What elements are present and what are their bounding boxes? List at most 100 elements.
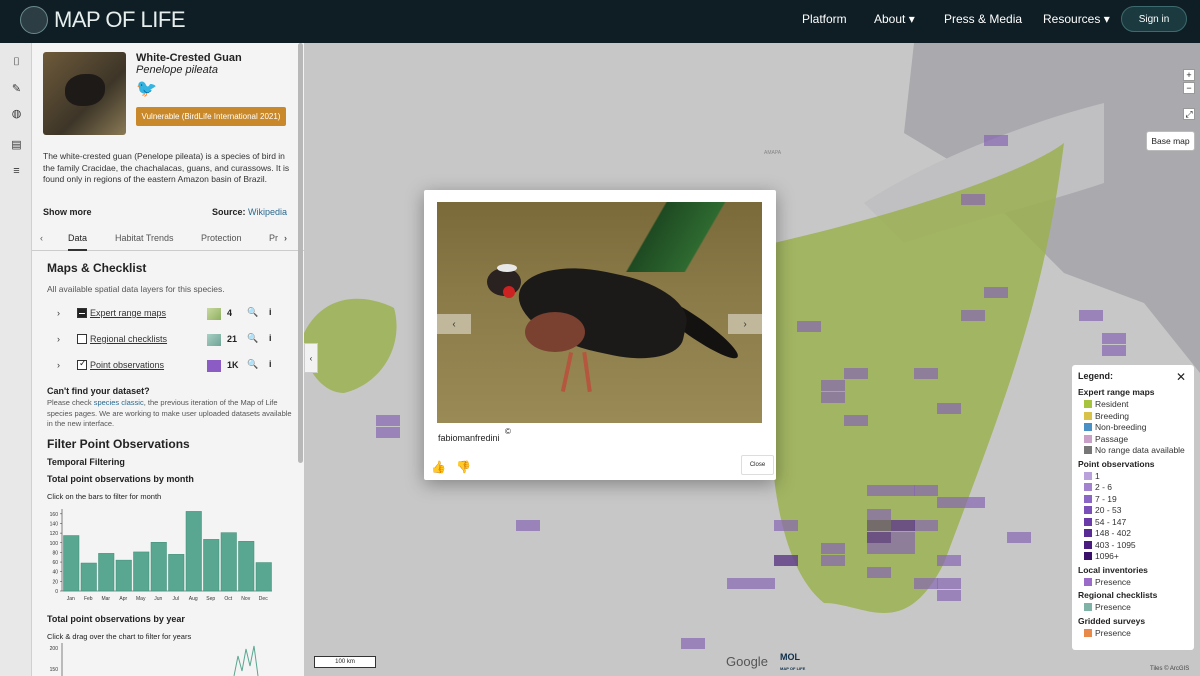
legend-item: Breeding — [1084, 411, 1129, 421]
close-icon[interactable]: ✕ — [1176, 370, 1186, 384]
month-bar[interactable] — [150, 542, 167, 592]
close-button[interactable]: Close — [741, 455, 774, 475]
species-panel: White-Crested Guan Penelope pileata 🐦 Vu… — [32, 43, 304, 676]
copyright-icon: © — [505, 427, 511, 436]
legend-item: 20 - 53 — [1084, 505, 1121, 515]
zoom-icon[interactable]: 🔍 — [247, 307, 258, 318]
legend-swatch — [1084, 423, 1092, 431]
month-bar[interactable] — [98, 553, 115, 592]
nav-press-media[interactable]: Press & Media — [944, 12, 1022, 26]
legend-swatch — [1084, 400, 1092, 408]
nav-resources[interactable]: Resources ▾ — [1043, 12, 1110, 26]
tab-data[interactable]: Data — [68, 233, 88, 251]
sign-in-button[interactable]: Sign in — [1121, 6, 1187, 32]
month-bar[interactable] — [203, 539, 220, 592]
previous-photo-button[interactable]: ‹ — [437, 314, 471, 334]
month-bar-chart[interactable]: 0 20 40 60 80 100 120 140 160 Jan Feb Mar Apr May Jun J… — [32, 501, 304, 611]
legend-item: 7 - 19 — [1084, 494, 1117, 504]
month-bar[interactable] — [255, 562, 272, 592]
species-thumbnail[interactable] — [43, 52, 126, 135]
month-bar[interactable] — [63, 535, 80, 592]
info-icon[interactable]: i — [269, 307, 272, 317]
nav-about[interactable]: About ▾ — [874, 12, 915, 26]
legend-section-title: Regional checklists — [1078, 590, 1158, 600]
expand-chevron-icon[interactable]: › — [57, 308, 60, 318]
zoom-out-button[interactable]: − — [1183, 82, 1195, 94]
legend-item-label: Presence — [1095, 627, 1131, 638]
logo[interactable]: MAP OF LIFE — [20, 6, 186, 34]
species-classic-link[interactable]: species classic — [94, 398, 144, 407]
zoom-icon[interactable]: 🔍 — [247, 333, 258, 344]
zoom-in-button[interactable]: + — [1183, 69, 1195, 81]
nav-platform[interactable]: Platform — [802, 12, 847, 26]
base-map-button[interactable]: Base map — [1146, 131, 1195, 151]
year-chart-title: Total point observations by year — [47, 614, 185, 624]
species-latin-name: Penelope pileata — [136, 64, 218, 76]
legend-item-label: Breeding — [1095, 410, 1130, 421]
tab-protection[interactable]: Protection — [201, 233, 242, 243]
month-bar[interactable] — [115, 559, 132, 592]
tab-prev-arrow[interactable]: ‹ — [40, 233, 43, 243]
month-bar[interactable] — [185, 511, 202, 592]
tab-more[interactable]: Pr — [269, 233, 278, 243]
zoom-icon[interactable]: 🔍 — [247, 359, 258, 370]
species-common-name: White-Crested Guan — [136, 52, 242, 64]
expand-chevron-icon[interactable]: › — [57, 334, 60, 344]
fullscreen-icon[interactable]: ⤢ — [1183, 108, 1195, 120]
layer-label[interactable]: Expert range maps — [90, 308, 166, 318]
y-tick-label: 80 — [52, 550, 58, 556]
legend-item-label: 2 - 6 — [1095, 482, 1113, 492]
layer-checkbox[interactable] — [77, 308, 87, 318]
globe-icon[interactable]: ◍ — [10, 107, 23, 120]
legend-item: Presence — [1084, 577, 1131, 587]
info-icon[interactable]: i — [269, 333, 272, 343]
maps-checklist-title: Maps & Checklist — [47, 261, 147, 275]
legend-item-label: Presence — [1095, 602, 1131, 612]
source-link[interactable]: Wikipedia — [248, 207, 287, 217]
panel-scrollbar[interactable] — [298, 43, 303, 463]
legend-swatch — [1084, 552, 1092, 560]
info-icon[interactable]: i — [269, 359, 272, 369]
legend-swatch — [1084, 603, 1092, 611]
collapse-panel-button[interactable]: ‹ — [304, 343, 318, 373]
month-bar[interactable] — [133, 551, 150, 592]
layer-row: › Expert range maps 4 🔍 i — [47, 306, 287, 322]
y-tick-label: 150 — [50, 667, 59, 673]
document-icon[interactable]: ▤ — [10, 138, 23, 151]
month-bar[interactable] — [168, 554, 185, 592]
expand-chevron-icon[interactable]: › — [57, 360, 60, 370]
next-photo-button[interactable]: › — [728, 314, 762, 334]
legend-swatch — [1084, 529, 1092, 537]
legend-item-label: Resident — [1095, 399, 1129, 409]
legend-item: Presence — [1084, 628, 1131, 638]
legend-section-title: Expert range maps — [1078, 387, 1155, 397]
tab-next-arrow[interactable]: › — [284, 233, 287, 243]
layer-label[interactable]: Regional checklists — [90, 334, 167, 344]
layer-checkbox-checked[interactable]: ✓ — [77, 358, 87, 370]
map-icon[interactable]: ⌷ — [10, 56, 23, 69]
tab-habitat-trends[interactable]: Habitat Trends — [115, 233, 174, 243]
month-bar[interactable] — [80, 562, 97, 592]
thumbs-down-icon[interactable]: 👎 — [456, 460, 471, 474]
species-description: The white-crested guan (Penelope pileata… — [43, 151, 290, 184]
x-tick-label: Oct — [224, 596, 232, 602]
legend-item-label: 20 - 53 — [1095, 505, 1122, 515]
legend-swatch — [1084, 446, 1092, 454]
layer-label[interactable]: Point observations — [90, 360, 164, 370]
database-icon[interactable]: ≡ — [10, 164, 23, 177]
x-tick-label: Apr — [119, 596, 127, 602]
thumbs-up-icon[interactable]: 👍 — [431, 460, 446, 474]
show-more-link[interactable]: Show more — [43, 207, 92, 217]
x-tick-label: Mar — [101, 596, 110, 602]
photo-modal: ‹ › fabiomanfredini © 👍 👎 Close — [424, 190, 776, 480]
y-tick-label: 140 — [50, 521, 59, 527]
year-line-chart[interactable]: 200 150 — [32, 641, 304, 676]
month-bar[interactable] — [238, 541, 255, 592]
legend-section-title: Local inventories — [1078, 564, 1148, 575]
y-tick-label: 120 — [50, 531, 59, 537]
month-bar[interactable] — [220, 532, 237, 592]
layer-checkbox[interactable] — [77, 334, 87, 344]
map-legend: Legend: ✕ Expert range maps Resident Breed… — [1072, 365, 1194, 650]
legend-item: 54 - 147 — [1084, 517, 1126, 527]
feather-icon[interactable]: ✎ — [10, 82, 23, 95]
